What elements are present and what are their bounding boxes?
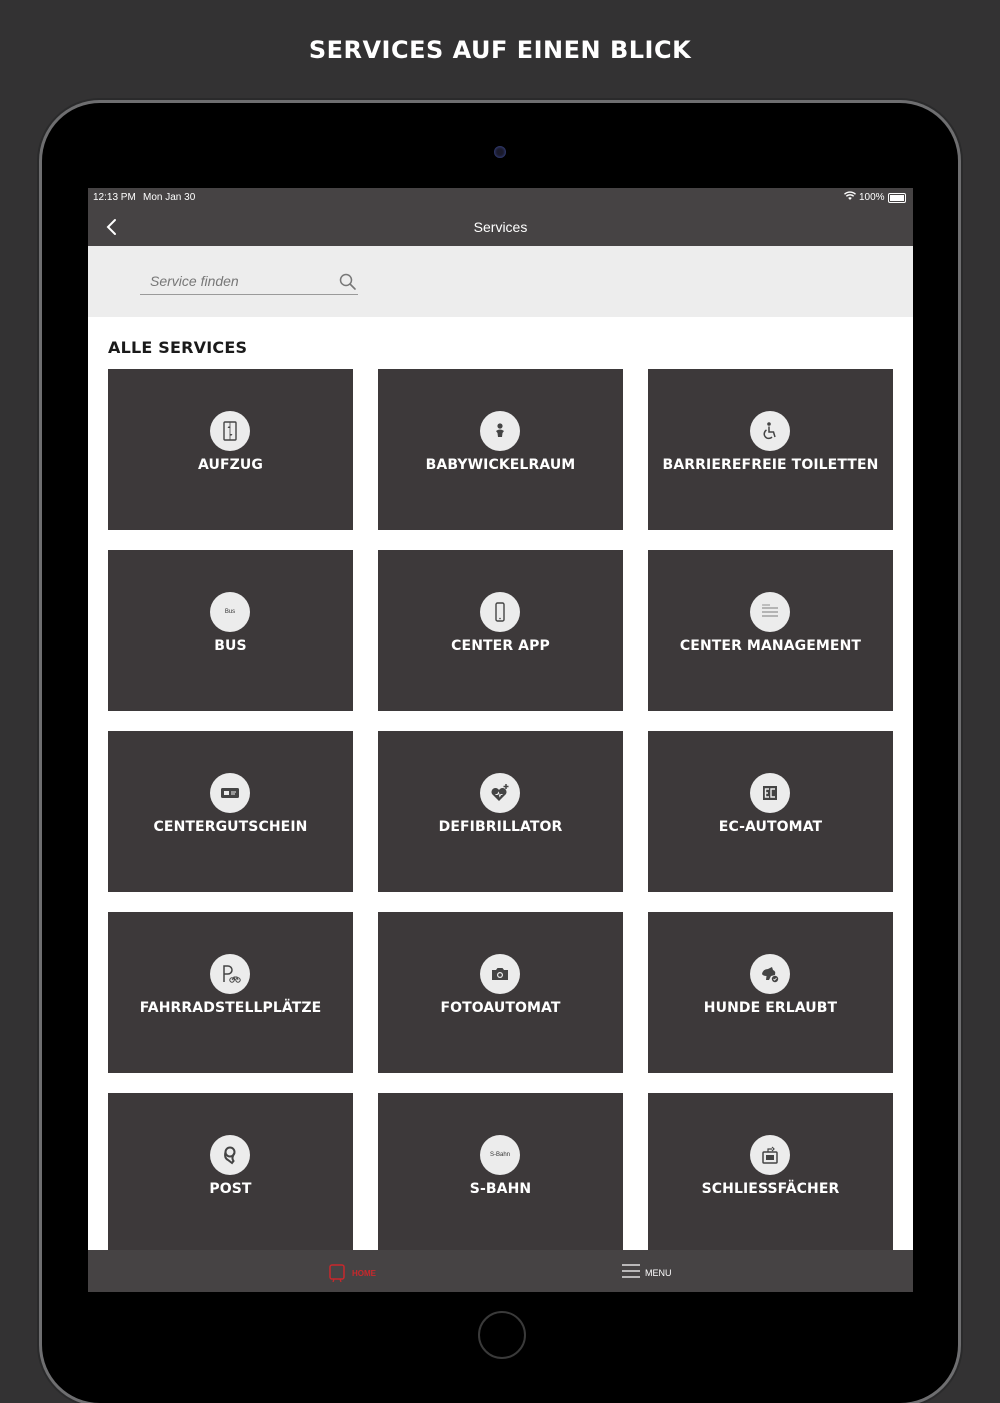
service-tile-aufzug[interactable]: AUFZUG	[108, 369, 353, 530]
tab-bar: HOME MENU	[88, 1250, 913, 1292]
service-tile-schliessfaecher[interactable]: SCHLIESSFÄCHER	[648, 1093, 893, 1254]
service-label: HUNDE ERLAUBT	[703, 1000, 838, 1016]
home-hardware-button[interactable]	[478, 1311, 526, 1359]
service-tile-center-app[interactable]: CENTER APP	[378, 550, 623, 711]
dog-icon	[750, 954, 790, 994]
service-tile-hunde-erlaubt[interactable]: HUNDE ERLAUBT	[648, 912, 893, 1073]
hamburger-menu-icon	[622, 1264, 640, 1278]
service-label: DEFIBRILLATOR	[438, 819, 563, 835]
heart-plus-icon	[480, 773, 520, 813]
smartphone-icon	[480, 592, 520, 632]
elevator-icon	[210, 411, 250, 451]
ec-icon	[750, 773, 790, 813]
sbahn-icon-text: S-Bahn	[489, 1152, 510, 1158]
status-date: Mon Jan 30	[143, 192, 196, 203]
service-label: CENTERGUTSCHEIN	[153, 819, 308, 835]
battery-percent: 100%	[859, 192, 885, 203]
service-label: AUFZUG	[198, 457, 263, 473]
service-tile-s-bahn[interactable]: S-Bahn S-BAHN	[378, 1093, 623, 1254]
bus-icon: Bus	[210, 592, 250, 632]
service-label: EC-AUTOMAT	[718, 819, 823, 835]
app-screen: 12:13 PM Mon Jan 30 100% Services ALLE S…	[88, 188, 913, 1292]
service-tile-post[interactable]: POST	[108, 1093, 353, 1254]
battery-icon	[888, 193, 906, 203]
search-icon[interactable]	[338, 272, 358, 292]
status-time: 12:13 PM	[93, 192, 136, 203]
bike-parking-icon	[210, 954, 250, 994]
service-tile-babywickelraum[interactable]: BABYWICKELRAUM	[378, 369, 623, 530]
search-area	[88, 246, 913, 317]
document-icon	[750, 592, 790, 632]
service-label: S-BAHN	[469, 1181, 532, 1197]
service-tile-fahrradstellplaetze[interactable]: FAHRRADSTELLPLÄTZE	[108, 912, 353, 1073]
wheelchair-icon	[750, 411, 790, 451]
service-label: BARRIEREFREIE TOILETTEN	[662, 457, 879, 473]
service-tile-defibrillator[interactable]: DEFIBRILLATOR	[378, 731, 623, 892]
service-tile-barrierefreie-toiletten[interactable]: BARRIEREFREIE TOILETTEN	[648, 369, 893, 530]
service-label: BUS	[214, 638, 247, 654]
service-tile-ec-automat[interactable]: EC-AUTOMAT	[648, 731, 893, 892]
tab-menu-label: MENU	[645, 1268, 672, 1278]
service-tile-centergutschein[interactable]: CENTERGUTSCHEIN	[108, 731, 353, 892]
camera-icon	[480, 954, 520, 994]
service-label: SCHLIESSFÄCHER	[701, 1181, 840, 1197]
service-label: BABYWICKELRAUM	[425, 457, 576, 473]
search-input[interactable]	[140, 270, 335, 292]
page-title: Services	[473, 219, 528, 235]
service-tile-bus[interactable]: Bus BUS	[108, 550, 353, 711]
home-icon	[329, 1264, 345, 1282]
voucher-icon	[210, 773, 250, 813]
locker-icon	[750, 1135, 790, 1175]
page-headline: SERVICES AUF EINEN BLICK	[308, 36, 692, 64]
service-label: CENTER APP	[451, 638, 550, 654]
baby-icon	[480, 411, 520, 451]
service-tile-center-management[interactable]: CENTER MANAGEMENT	[648, 550, 893, 711]
service-tile-fotoautomat[interactable]: FOTOAUTOMAT	[378, 912, 623, 1073]
post-horn-icon	[210, 1135, 250, 1175]
wifi-icon	[844, 191, 856, 204]
tab-home-label: HOME	[352, 1269, 376, 1278]
service-label: CENTER MANAGEMENT	[679, 638, 862, 654]
status-bar: 12:13 PM Mon Jan 30 100%	[88, 188, 913, 208]
front-camera	[494, 146, 506, 158]
bus-icon-text: Bus	[224, 609, 236, 615]
service-label: POST	[209, 1181, 252, 1197]
service-label: FOTOAUTOMAT	[440, 1000, 561, 1016]
service-label: FAHRRADSTELLPLÄTZE	[139, 1000, 322, 1016]
navigation-bar: Services	[88, 208, 913, 246]
sbahn-icon: S-Bahn	[480, 1135, 520, 1175]
section-title: ALLE SERVICES	[108, 338, 248, 357]
search-field	[140, 270, 358, 295]
